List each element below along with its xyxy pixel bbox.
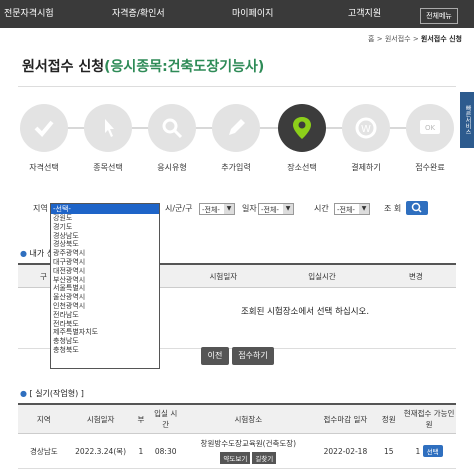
quick-service-tab[interactable]: 빠른서비스 xyxy=(460,92,474,148)
svg-text:OK: OK xyxy=(425,124,436,132)
all-menu-button[interactable]: 전체메뉴 xyxy=(420,8,458,24)
region-option[interactable]: 경기도 xyxy=(51,223,159,232)
date-select[interactable]: -전체- ▼ xyxy=(258,203,294,215)
region-option[interactable]: 대구광역시 xyxy=(51,258,159,267)
page-title: 원서접수 신청(응시종목:건축도장기능사) xyxy=(22,59,265,75)
exam-place-table: 지역 시험일자 부 입실 시간 시험장소 접수마감 일자 정원 현재접수 가능인… xyxy=(18,403,456,469)
col-header: 입실시간 xyxy=(268,263,376,288)
step-label: 장소선택 xyxy=(287,163,317,172)
date-label: 일자 xyxy=(242,204,257,213)
step-label: 접수완료 xyxy=(415,163,445,172)
step-label: 종목선택 xyxy=(93,163,123,172)
pencil-icon xyxy=(229,119,245,135)
region-select-dropdown[interactable]: -선택- 강원도 경기도 경상남도 경상북도 광주광역시 대구광역시 대전광역시… xyxy=(50,203,160,369)
cell-date: 2022.3.24(목) xyxy=(69,433,132,469)
col-header: 부 xyxy=(131,403,151,434)
region-option[interactable]: 광주광역시 xyxy=(51,249,159,258)
step-3 xyxy=(148,104,196,152)
nav-exam[interactable]: 전문자격시험 xyxy=(4,0,54,28)
region-option[interactable]: 서울특별시 xyxy=(51,284,159,293)
col-header: 현재접수 가능인원 xyxy=(402,403,456,434)
region-option[interactable]: 충청북도 xyxy=(51,346,159,355)
region-option[interactable]: 제주특별자치도 xyxy=(51,328,159,337)
col-header: 입실 시간 xyxy=(150,403,182,434)
magnifier-icon xyxy=(162,118,183,139)
region-option-selected[interactable]: -선택- xyxy=(51,204,159,214)
step-5-active xyxy=(278,104,326,152)
region-option[interactable]: 전라남도 xyxy=(51,311,159,320)
region-option[interactable]: 울산광역시 xyxy=(51,293,159,302)
location-pin-icon xyxy=(293,117,311,139)
step-label: 결제하기 xyxy=(351,163,381,172)
step-1 xyxy=(20,104,68,152)
region-option[interactable]: 충청남도 xyxy=(51,337,159,346)
step-label: 추가입력 xyxy=(221,163,251,172)
cell-region: 경상남도 xyxy=(18,433,70,469)
chevron-down-icon: ▼ xyxy=(224,204,234,214)
select-button[interactable]: 선택 xyxy=(422,445,443,457)
empty-message: 조회된 시험장소에서 선택 하십시오. xyxy=(240,307,370,317)
page-subtitle: (응시종목:건축도장기능사) xyxy=(104,59,265,75)
region-option[interactable]: 경상북도 xyxy=(51,240,159,249)
col-header: 시험장소 xyxy=(181,403,316,434)
prev-button[interactable]: 이전 xyxy=(201,347,229,365)
lookup-label: 조 회 xyxy=(384,204,402,213)
cell-part: 1 xyxy=(131,433,151,469)
cell-available: 1 선택 xyxy=(402,433,456,469)
search-icon xyxy=(411,202,422,213)
nav-mypage[interactable]: 마이페이지 xyxy=(232,0,273,28)
nav-support[interactable]: 고객지원 xyxy=(348,0,381,28)
bullet-icon: ● xyxy=(20,249,27,258)
region-label: 지역 xyxy=(33,204,48,213)
col-header: 시험일자 xyxy=(178,263,269,288)
time-select[interactable]: -전체- ▼ xyxy=(334,203,370,215)
nav-certificate[interactable]: 자격증/확인서 xyxy=(112,0,165,28)
step-2 xyxy=(84,104,132,152)
ok-monitor-icon: OK xyxy=(420,120,440,134)
col-header: 정원 xyxy=(375,403,403,434)
time-label: 시간 xyxy=(314,204,329,213)
search-button[interactable] xyxy=(406,201,428,215)
submit-button[interactable]: 접수하기 xyxy=(232,347,274,365)
step-label: 자격선택 xyxy=(29,163,59,172)
step-7: OK xyxy=(406,104,454,152)
step-4 xyxy=(212,104,260,152)
directions-button[interactable]: 약도보기 xyxy=(220,452,251,464)
breadcrumb-current: 원서접수 신청 xyxy=(420,35,462,43)
cell-deadline: 2022-02-18 xyxy=(315,433,376,469)
breadcrumb-parent[interactable]: 원서접수 xyxy=(385,35,411,43)
col-header: 시험일자 xyxy=(69,403,132,434)
cell-place: 창원방수도장교육원(건축도장) 약도보기 길찾기 xyxy=(181,433,316,469)
city-label: 시/군/구 xyxy=(165,204,193,213)
cell-capacity: 15 xyxy=(375,433,403,469)
svg-text:W: W xyxy=(361,124,371,135)
city-select[interactable]: -전체- ▼ xyxy=(199,203,235,215)
step-6: W xyxy=(342,104,390,152)
col-header: 접수마감 일자 xyxy=(315,403,376,434)
col-header: 변경 xyxy=(375,263,456,288)
top-nav: 전문자격시험 자격증/확인서 마이페이지 고객지원 전체메뉴 xyxy=(0,0,474,28)
bullet-icon: ● xyxy=(20,389,27,398)
step-label: 응시유형 xyxy=(157,163,187,172)
practical-section-title: ● [ 실기(작업형) ] xyxy=(20,389,84,398)
breadcrumb: 홈 > 원서접수 > 원서접수 신청 xyxy=(368,35,462,43)
check-icon xyxy=(34,120,54,137)
region-option[interactable]: 강원도 xyxy=(51,214,159,223)
chevron-down-icon: ▼ xyxy=(359,204,369,214)
region-option[interactable]: 대전광역시 xyxy=(51,267,159,276)
streetview-button[interactable]: 길찾기 xyxy=(252,452,277,464)
cell-time: 08:30 xyxy=(150,433,182,469)
table-row: 경상남도 2022.3.24(목) 1 08:30 창원방수도장교육원(건축도장… xyxy=(18,433,456,469)
region-option[interactable]: 인천광역시 xyxy=(51,302,159,311)
pointer-icon xyxy=(105,119,114,137)
chevron-down-icon: ▼ xyxy=(283,204,293,214)
coin-icon: W xyxy=(355,117,377,139)
col-header: 지역 xyxy=(18,403,70,434)
divider xyxy=(18,86,456,87)
